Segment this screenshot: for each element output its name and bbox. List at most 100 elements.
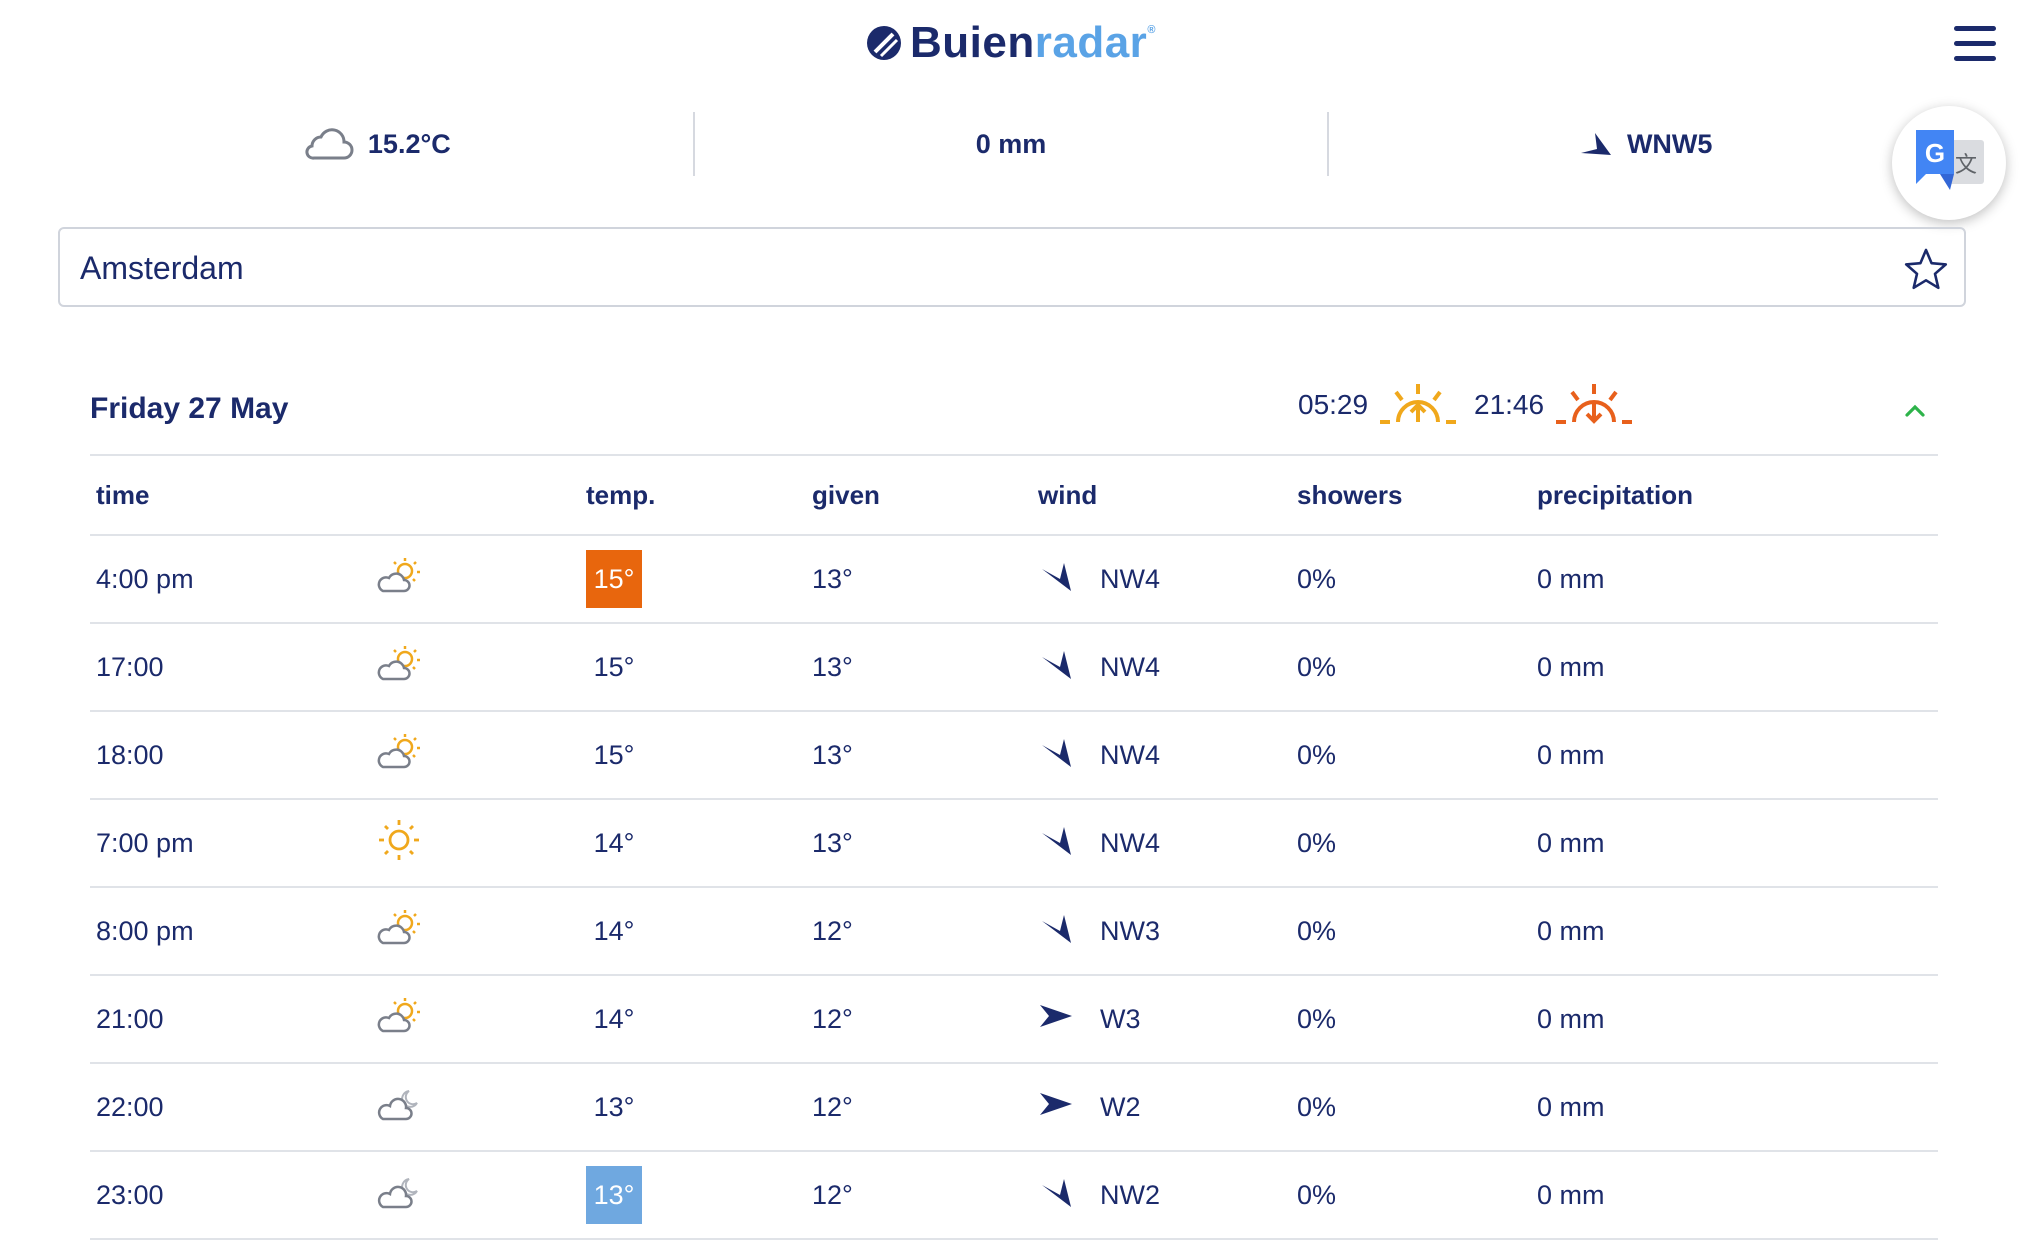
- partly-cloudy-night-icon: [376, 1089, 422, 1130]
- sunset-time: 21:46: [1474, 389, 1545, 420]
- registered-mark: ®: [1147, 24, 1156, 36]
- row-precipitation: 0 mm: [1531, 623, 1938, 712]
- hourly-forecast-table: time temp. given wind showers precipitat…: [90, 456, 1938, 1240]
- row-time: 21:00: [90, 975, 370, 1064]
- row-temperature: 15°: [593, 740, 635, 770]
- partly-cloudy-day-icon: [376, 997, 422, 1042]
- row-precipitation: 0 mm: [1531, 975, 1938, 1064]
- row-time: 18:00: [90, 711, 370, 800]
- star-favorite-icon[interactable]: [1904, 247, 1948, 291]
- sunset-icon: [1556, 384, 1633, 424]
- table-row: 17:00 15° 13° NW4 0% 0 mm: [90, 623, 1938, 712]
- table-row: 21:00 14° 12° W3 0% 0 mm: [90, 975, 1938, 1064]
- wind-direction-icon: [1038, 735, 1100, 776]
- row-showers: 0%: [1291, 711, 1531, 800]
- table-row: 18:00 15° 13° NW4 0% 0 mm: [90, 711, 1938, 800]
- row-temperature: 13°: [586, 1166, 642, 1224]
- sunrise: 05:29: [1298, 382, 1458, 428]
- row-given: 12°: [806, 887, 1032, 976]
- col-header-icon: [370, 456, 580, 536]
- chevron-up-icon[interactable]: [1900, 396, 1930, 426]
- wind-direction-icon: [1038, 911, 1100, 952]
- day-title: Friday 27 May: [90, 392, 289, 425]
- current-precipitation: 0 mm: [695, 112, 1328, 176]
- partly-cloudy-day-icon: [376, 557, 422, 602]
- col-header-temp: temp.: [580, 456, 806, 536]
- hamburger-menu-button[interactable]: [1954, 26, 1996, 62]
- row-wind: NW4: [1100, 651, 1160, 682]
- row-wind: NW4: [1100, 739, 1160, 770]
- row-given: 12°: [806, 975, 1032, 1064]
- row-temperature: 14°: [593, 828, 635, 858]
- col-header-wind: wind: [1032, 456, 1291, 536]
- sunrise-time: 05:29: [1298, 389, 1369, 420]
- svg-text:G: G: [1925, 138, 1945, 168]
- table-header-row: time temp. given wind showers precipitat…: [90, 456, 1938, 536]
- google-translate-button[interactable]: 文 G: [1892, 106, 2006, 220]
- col-header-given: given: [806, 456, 1032, 536]
- row-wind: NW4: [1100, 827, 1160, 858]
- wind-direction-icon: [1038, 647, 1100, 688]
- table-row: 23:00 13° 12° NW2 0% 0 mm: [90, 1151, 1938, 1240]
- row-wind: W2: [1100, 1091, 1141, 1122]
- row-time: 8:00 pm: [90, 887, 370, 976]
- current-precipitation-value: 0 mm: [975, 128, 1047, 159]
- row-given: 13°: [806, 711, 1032, 800]
- row-given: 13°: [806, 623, 1032, 712]
- row-showers: 0%: [1291, 975, 1531, 1064]
- row-precipitation: 0 mm: [1531, 535, 1938, 624]
- location-search: [58, 227, 1966, 307]
- buienradar-logo[interactable]: Buienradar®: [866, 18, 1156, 68]
- logo-text-buien: Buien: [910, 18, 1035, 67]
- menu-bar-icon: [1954, 26, 1996, 31]
- partly-cloudy-day-icon: [376, 645, 422, 690]
- current-conditions-bar: 15.2°C 0 mm WNW5: [60, 112, 1962, 176]
- logo-text-radar: radar: [1034, 18, 1148, 67]
- row-showers: 0%: [1291, 887, 1531, 976]
- partly-cloudy-day-icon: [376, 733, 422, 778]
- row-precipitation: 0 mm: [1531, 1151, 1938, 1240]
- wind-direction-icon: [1038, 1090, 1100, 1125]
- google-translate-icon: 文 G: [1916, 130, 1984, 190]
- col-header-showers: showers: [1291, 456, 1531, 536]
- row-time: 22:00: [90, 1063, 370, 1152]
- current-temperature: 15.2°C: [60, 112, 693, 176]
- row-showers: 0%: [1291, 1063, 1531, 1152]
- row-showers: 0%: [1291, 623, 1531, 712]
- row-temperature: 13°: [593, 1092, 635, 1122]
- row-given: 13°: [806, 535, 1032, 624]
- row-given: 13°: [806, 799, 1032, 888]
- row-wind: NW4: [1100, 563, 1160, 594]
- current-wind-value: WNW5: [1626, 128, 1713, 159]
- row-time: 7:00 pm: [90, 799, 370, 888]
- row-wind: NW2: [1100, 1179, 1160, 1210]
- wind-arrow-icon: [1580, 133, 1611, 155]
- svg-text:文: 文: [1955, 153, 1977, 178]
- row-precipitation: 0 mm: [1531, 799, 1938, 888]
- row-time: 4:00 pm: [90, 535, 370, 624]
- row-precipitation: 0 mm: [1531, 1063, 1938, 1152]
- col-header-precipitation: precipitation: [1531, 456, 1938, 536]
- sunrise-icon: [1380, 384, 1457, 424]
- row-showers: 0%: [1291, 1151, 1531, 1240]
- current-temperature-value: 15.2°C: [367, 128, 451, 159]
- row-given: 12°: [806, 1063, 1032, 1152]
- row-precipitation: 0 mm: [1531, 711, 1938, 800]
- col-header-time: time: [90, 456, 370, 536]
- current-wind: WNW5: [1329, 112, 1962, 176]
- row-wind: W3: [1100, 1003, 1141, 1034]
- day-header[interactable]: Friday 27 May 05:29 21:46: [90, 380, 1938, 456]
- row-temperature: 14°: [593, 1004, 635, 1034]
- wind-direction-icon: [1038, 823, 1100, 864]
- wind-direction-icon: [1038, 1002, 1100, 1037]
- logo-mark-icon: [867, 26, 901, 60]
- forecast-rows: 4:00 pm 15° 13° NW4 0% 0 mm 17:00 15° 13° NW4 0% 0 …: [90, 535, 1938, 1240]
- partly-cloudy-night-icon: [376, 1177, 422, 1218]
- row-time: 23:00: [90, 1151, 370, 1240]
- row-showers: 0%: [1291, 535, 1531, 624]
- row-showers: 0%: [1291, 799, 1531, 888]
- location-search-input[interactable]: [78, 239, 1862, 297]
- menu-bar-icon: [1954, 56, 1996, 61]
- row-time: 17:00: [90, 623, 370, 712]
- row-wind: NW3: [1100, 915, 1160, 946]
